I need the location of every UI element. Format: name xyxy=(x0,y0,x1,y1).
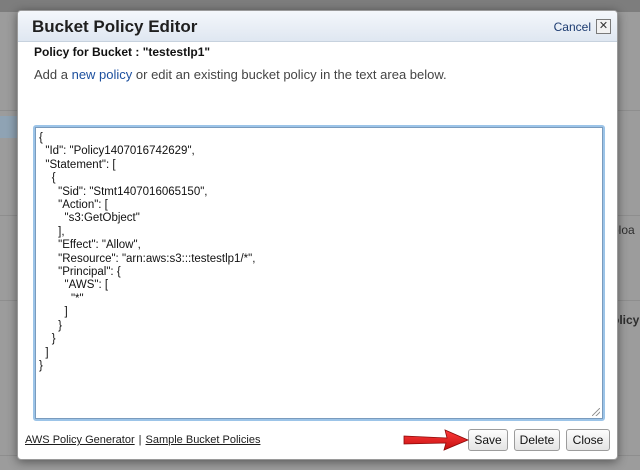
new-policy-link[interactable]: new policy xyxy=(72,67,133,82)
footer-links: AWS Policy Generator | Sample Bucket Polic… xyxy=(25,434,260,446)
dialog-title: Bucket Policy Editor xyxy=(32,17,198,36)
close-button[interactable]: Close xyxy=(566,429,610,451)
save-button[interactable]: Save xyxy=(468,429,508,451)
policy-bucket-label: Policy for Bucket : "testestlp1" xyxy=(34,45,211,59)
instructions-prefix: Add a xyxy=(34,67,72,82)
policy-text-area[interactable] xyxy=(35,127,603,419)
delete-button[interactable]: Delete xyxy=(514,429,560,451)
dialog-title-bar: Bucket Policy Editor Cancel ✕ xyxy=(18,11,617,42)
resize-handle-icon[interactable] xyxy=(592,408,600,416)
bucket-policy-editor-dialog: Bucket Policy Editor Cancel ✕ Policy for… xyxy=(17,10,618,460)
close-icon[interactable]: ✕ xyxy=(596,19,611,34)
red-arrow-shape xyxy=(403,429,470,451)
red-arrow-icon xyxy=(403,429,470,451)
footer-separator: | xyxy=(138,434,142,446)
aws-policy-generator-link[interactable]: AWS Policy Generator xyxy=(25,434,135,446)
sample-bucket-policies-link[interactable]: Sample Bucket Policies xyxy=(146,434,261,446)
cancel-link[interactable]: Cancel xyxy=(554,20,591,34)
instructions-text: Add a new policy or edit an existing buc… xyxy=(34,67,447,82)
policy-editor-frame xyxy=(33,125,605,421)
instructions-suffix: or edit an existing bucket policy in the… xyxy=(132,67,447,82)
background-selected-row xyxy=(0,116,18,138)
